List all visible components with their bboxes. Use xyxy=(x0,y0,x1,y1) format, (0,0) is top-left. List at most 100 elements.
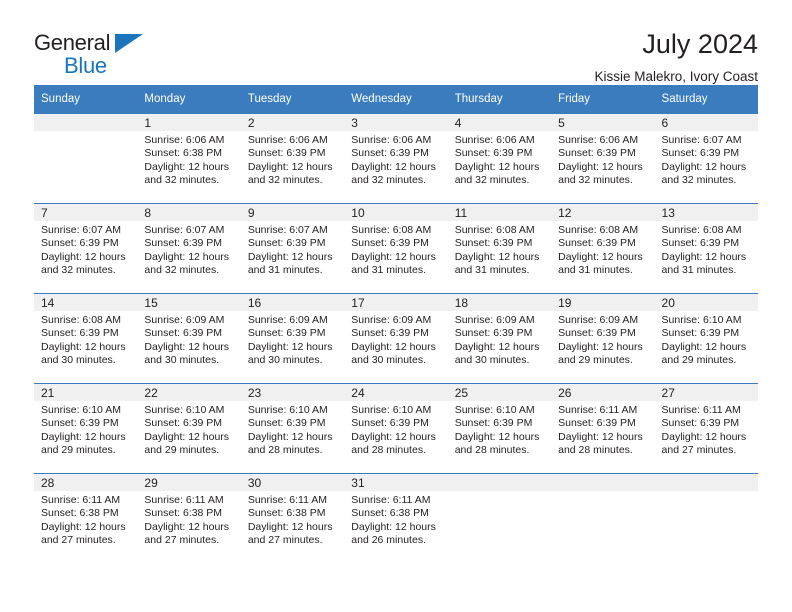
calendar-day-cell[interactable]: 9 Sunrise: 6:07 AM Sunset: 6:39 PM Daylight… xyxy=(240,203,345,294)
sunrise-text: Sunrise: 6:06 AM xyxy=(351,134,432,146)
daylight-text-cont: and 28 minutes. xyxy=(351,443,426,456)
calendar-day-cell[interactable]: 13 Sunrise: 6:08 AM Sunset: 6:39 PM Dayligh… xyxy=(654,203,758,294)
daylight-text-cont: and 31 minutes. xyxy=(454,263,530,276)
sunset-text: Sunset: 6:39 PM xyxy=(454,327,533,340)
daylight-text-cont: and 32 minutes. xyxy=(558,173,633,186)
calendar-day-cell[interactable]: 26 Sunrise: 6:11 AM Sunset: 6:39 PM Dayligh… xyxy=(551,383,655,474)
sunrise-text: Sunrise: 6:08 AM xyxy=(41,314,121,326)
calendar-day-cell[interactable] xyxy=(34,113,138,204)
day-number: 16 xyxy=(240,294,345,311)
calendar-day-cell[interactable]: 21 Sunrise: 6:10 AM Sunset: 6:39 PM Dayligh… xyxy=(34,383,138,474)
calendar-day-cell[interactable]: 3 Sunrise: 6:06 AM Sunset: 6:39 PM Daylight… xyxy=(344,113,448,204)
sunrise-text: Sunrise: 6:06 AM xyxy=(558,134,639,146)
day-sun-info: Sunrise: 6:10 AM Sunset: 6:39 PM Daylight:… xyxy=(344,401,447,457)
day-sun-info: Sunrise: 6:06 AM Sunset: 6:39 PM Daylight:… xyxy=(241,131,344,187)
sunrise-text: Sunrise: 6:09 AM xyxy=(454,314,535,326)
daylight-text-cont: and 29 minutes. xyxy=(144,443,220,456)
day-number: 9 xyxy=(240,204,345,221)
calendar-day-content: 26 Sunrise: 6:11 AM Sunset: 6:39 PM Dayligh… xyxy=(551,384,655,473)
daylight-text: Daylight: 12 hours xyxy=(144,160,230,173)
page-header: General Blue July 2024 Kissie Malekro, I… xyxy=(34,0,758,84)
daylight-text: Daylight: 12 hours xyxy=(144,340,230,353)
calendar-day-content: 2 Sunrise: 6:06 AM Sunset: 6:39 PM Daylight… xyxy=(240,114,345,203)
sunset-text: Sunset: 6:39 PM xyxy=(558,147,636,160)
sunrise-text: Sunrise: 6:11 AM xyxy=(351,494,431,506)
calendar-day-cell[interactable]: 30 Sunrise: 6:11 AM Sunset: 6:38 PM Dayligh… xyxy=(240,473,345,563)
daylight-text: Daylight: 12 hours xyxy=(661,340,747,353)
calendar-grid: Sunday Monday Tuesday Wednesday Thursday… xyxy=(34,85,758,563)
calendar-day-cell[interactable]: 18 Sunrise: 6:09 AM Sunset: 6:39 PM Dayligh… xyxy=(447,293,552,384)
daylight-text: Daylight: 12 hours xyxy=(351,160,436,173)
weekday-header-wednesday: Wednesday xyxy=(344,85,448,114)
calendar-body: 1 Sunrise: 6:06 AM Sunset: 6:38 PM Daylight… xyxy=(34,113,758,563)
sunset-text: Sunset: 6:39 PM xyxy=(247,417,326,430)
calendar-day-cell[interactable]: 6 Sunrise: 6:07 AM Sunset: 6:39 PM Daylight… xyxy=(654,113,758,204)
calendar-day-cell[interactable]: 15 Sunrise: 6:09 AM Sunset: 6:39 PM Dayligh… xyxy=(137,293,241,384)
calendar-day-cell[interactable]: 8 Sunrise: 6:07 AM Sunset: 6:39 PM Daylight… xyxy=(137,203,241,294)
calendar-week-row: 7 Sunrise: 6:07 AM Sunset: 6:39 PM Daylight… xyxy=(34,203,758,294)
daylight-text-cont: and 32 minutes. xyxy=(661,173,737,186)
daylight-text: Daylight: 12 hours xyxy=(558,160,643,173)
day-sun-info: Sunrise: 6:10 AM Sunset: 6:39 PM Daylight:… xyxy=(241,401,344,457)
calendar-day-cell[interactable]: 23 Sunrise: 6:10 AM Sunset: 6:39 PM Dayligh… xyxy=(240,383,345,474)
calendar-day-cell[interactable]: 24 Sunrise: 6:10 AM Sunset: 6:39 PM Dayligh… xyxy=(344,383,448,474)
day-number: 27 xyxy=(654,384,758,401)
calendar-day-content: 13 Sunrise: 6:08 AM Sunset: 6:39 PM Dayligh… xyxy=(654,204,758,293)
title-block: July 2024 Kissie Malekro, Ivory Coast xyxy=(154,28,758,86)
day-sun-info: Sunrise: 6:06 AM Sunset: 6:38 PM Daylight:… xyxy=(137,131,240,187)
day-sun-info: Sunrise: 6:07 AM Sunset: 6:39 PM Daylight:… xyxy=(34,221,137,277)
calendar-day-cell[interactable]: 7 Sunrise: 6:07 AM Sunset: 6:39 PM Daylight… xyxy=(34,203,138,294)
daylight-text-cont: and 32 minutes. xyxy=(41,263,116,276)
calendar-day-cell[interactable]: 16 Sunrise: 6:09 AM Sunset: 6:39 PM Dayligh… xyxy=(240,293,345,384)
calendar-day-cell[interactable]: 31 Sunrise: 6:11 AM Sunset: 6:38 PM Dayligh… xyxy=(344,473,448,563)
calendar-day-cell[interactable]: 17 Sunrise: 6:09 AM Sunset: 6:39 PM Dayligh… xyxy=(344,293,448,384)
sunset-text: Sunset: 6:39 PM xyxy=(661,147,740,160)
calendar-day-cell[interactable]: 20 Sunrise: 6:10 AM Sunset: 6:39 PM Dayligh… xyxy=(654,293,758,384)
sunset-text: Sunset: 6:39 PM xyxy=(454,237,533,250)
logo-triangle-icon xyxy=(115,34,143,53)
daylight-text: Daylight: 12 hours xyxy=(661,430,747,443)
weekday-header: Sunday Monday Tuesday Wednesday Thursday… xyxy=(34,85,758,114)
day-number: 10 xyxy=(344,204,448,221)
sunrise-text: Sunrise: 6:11 AM xyxy=(661,404,741,416)
daylight-text-cont: and 30 minutes. xyxy=(144,353,220,366)
calendar-day-cell[interactable]: 28 Sunrise: 6:11 AM Sunset: 6:38 PM Dayligh… xyxy=(34,473,138,563)
calendar-day-content: 16 Sunrise: 6:09 AM Sunset: 6:39 PM Dayligh… xyxy=(240,294,345,383)
daylight-text-cont: and 27 minutes. xyxy=(661,443,737,456)
day-sun-info: Sunrise: 6:08 AM Sunset: 6:39 PM Daylight:… xyxy=(344,221,447,277)
day-number: 25 xyxy=(447,384,552,401)
calendar-day-cell[interactable]: 12 Sunrise: 6:08 AM Sunset: 6:39 PM Dayligh… xyxy=(551,203,655,294)
calendar-day-cell[interactable]: 4 Sunrise: 6:06 AM Sunset: 6:39 PM Daylight… xyxy=(447,113,552,204)
sunset-text: Sunset: 6:39 PM xyxy=(144,237,223,250)
calendar-day-cell[interactable]: 27 Sunrise: 6:11 AM Sunset: 6:39 PM Dayligh… xyxy=(654,383,758,474)
calendar-day-cell[interactable]: 5 Sunrise: 6:06 AM Sunset: 6:39 PM Daylight… xyxy=(551,113,655,204)
calendar-day-cell[interactable] xyxy=(654,473,758,563)
calendar-day-cell[interactable]: 1 Sunrise: 6:06 AM Sunset: 6:38 PM Daylight… xyxy=(137,113,241,204)
sunrise-text: Sunrise: 6:10 AM xyxy=(247,404,328,416)
sunset-text: Sunset: 6:39 PM xyxy=(247,237,326,250)
daylight-text: Daylight: 12 hours xyxy=(41,430,126,443)
sunrise-text: Sunrise: 6:10 AM xyxy=(351,404,432,416)
calendar-day-content: 5 Sunrise: 6:06 AM Sunset: 6:39 PM Daylight… xyxy=(551,114,655,203)
calendar-day-cell[interactable]: 22 Sunrise: 6:10 AM Sunset: 6:39 PM Dayligh… xyxy=(137,383,241,474)
calendar-day-cell[interactable] xyxy=(447,473,552,563)
calendar-day-cell[interactable]: 10 Sunrise: 6:08 AM Sunset: 6:39 PM Dayligh… xyxy=(344,203,448,294)
day-sun-info: Sunrise: 6:07 AM Sunset: 6:39 PM Daylight:… xyxy=(655,131,758,187)
day-sun-info: Sunrise: 6:09 AM Sunset: 6:39 PM Daylight:… xyxy=(241,311,344,367)
calendar-day-cell[interactable]: 11 Sunrise: 6:08 AM Sunset: 6:39 PM Dayligh… xyxy=(447,203,552,294)
calendar-day-cell[interactable]: 19 Sunrise: 6:09 AM Sunset: 6:39 PM Dayligh… xyxy=(551,293,655,384)
sunset-text: Sunset: 6:39 PM xyxy=(41,327,119,340)
calendar-day-cell[interactable]: 14 Sunrise: 6:08 AM Sunset: 6:39 PM Dayligh… xyxy=(34,293,138,384)
sunset-text: Sunset: 6:39 PM xyxy=(558,327,636,340)
calendar-day-cell[interactable]: 2 Sunrise: 6:06 AM Sunset: 6:39 PM Daylight… xyxy=(240,113,345,204)
daylight-text: Daylight: 12 hours xyxy=(454,250,540,263)
day-number: 18 xyxy=(447,294,552,311)
general-blue-logo[interactable]: General Blue xyxy=(34,28,154,80)
daylight-text: Daylight: 12 hours xyxy=(661,160,747,173)
calendar-day-content: 14 Sunrise: 6:08 AM Sunset: 6:39 PM Dayligh… xyxy=(34,294,138,383)
day-sun-info: Sunrise: 6:07 AM Sunset: 6:39 PM Daylight:… xyxy=(241,221,344,277)
calendar-day-cell[interactable] xyxy=(551,473,655,563)
day-number: 23 xyxy=(240,384,345,401)
calendar-day-cell[interactable]: 25 Sunrise: 6:10 AM Sunset: 6:39 PM Dayligh… xyxy=(447,383,552,474)
calendar-day-cell[interactable]: 29 Sunrise: 6:11 AM Sunset: 6:38 PM Dayligh… xyxy=(137,473,241,563)
